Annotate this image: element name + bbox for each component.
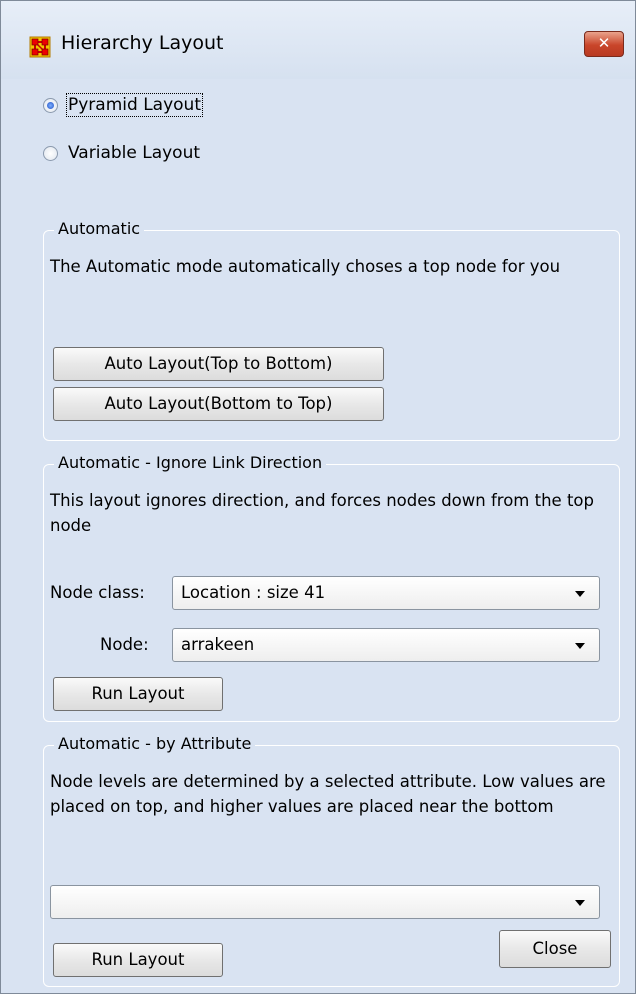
ignore-direction-group-title: Automatic - Ignore Link Direction xyxy=(54,453,327,472)
automatic-group: Automatic The Automatic mode automatical… xyxy=(43,219,620,441)
node-selected-value: arrakeen xyxy=(181,635,255,654)
auto-layout-bottom-to-top-button[interactable]: Auto Layout(Bottom to Top) xyxy=(53,387,384,421)
node-dropdown[interactable]: arrakeen xyxy=(172,628,600,662)
ignore-link-direction-group: Automatic - Ignore Link Direction This l… xyxy=(43,453,620,722)
dialog-content: Pyramid Layout Variable Layout Automatic… xyxy=(11,79,627,987)
run-layout-button[interactable]: Run Layout xyxy=(53,677,223,711)
automatic-description: The Automatic mode automatically choses … xyxy=(50,257,561,276)
node-class-selected-value: Location : size 41 xyxy=(181,583,326,602)
close-icon: ✕ xyxy=(597,34,611,52)
radio-button-unchecked[interactable] xyxy=(43,145,58,161)
run-layout-by-attribute-button[interactable]: Run Layout xyxy=(53,943,223,977)
radio-pyramid-layout[interactable]: Pyramid Layout xyxy=(43,93,203,117)
node-label: Node: xyxy=(100,635,149,654)
close-button[interactable]: Close xyxy=(499,930,611,968)
window-title: Hierarchy Layout xyxy=(61,32,224,54)
auto-layout-top-to-bottom-button[interactable]: Auto Layout(Top to Bottom) xyxy=(53,347,384,381)
by-attribute-group-title: Automatic - by Attribute xyxy=(54,734,256,753)
title-bar[interactable]: Hierarchy Layout ✕ xyxy=(1,1,635,79)
chevron-down-icon[interactable] xyxy=(575,900,585,906)
radio-label-variable: Variable Layout xyxy=(68,143,201,163)
by-attribute-description: Node levels are determined by a selected… xyxy=(50,772,606,816)
ignore-direction-description: This layout ignores direction, and force… xyxy=(50,491,594,535)
network-grid-icon xyxy=(29,36,51,58)
chevron-down-icon[interactable] xyxy=(575,591,585,597)
attribute-dropdown[interactable] xyxy=(50,885,600,919)
hierarchy-layout-dialog: Hierarchy Layout ✕ Pyramid Layout Variab… xyxy=(0,0,636,994)
radio-variable-layout[interactable]: Variable Layout xyxy=(43,141,200,165)
node-class-dropdown[interactable]: Location : size 41 xyxy=(172,576,600,610)
node-class-label: Node class: xyxy=(50,583,145,602)
radio-label-pyramid: Pyramid Layout xyxy=(66,93,203,117)
window-close-button[interactable]: ✕ xyxy=(584,31,624,57)
radio-button-checked[interactable] xyxy=(43,97,58,113)
chevron-down-icon[interactable] xyxy=(575,643,585,649)
automatic-group-title: Automatic xyxy=(54,219,145,238)
